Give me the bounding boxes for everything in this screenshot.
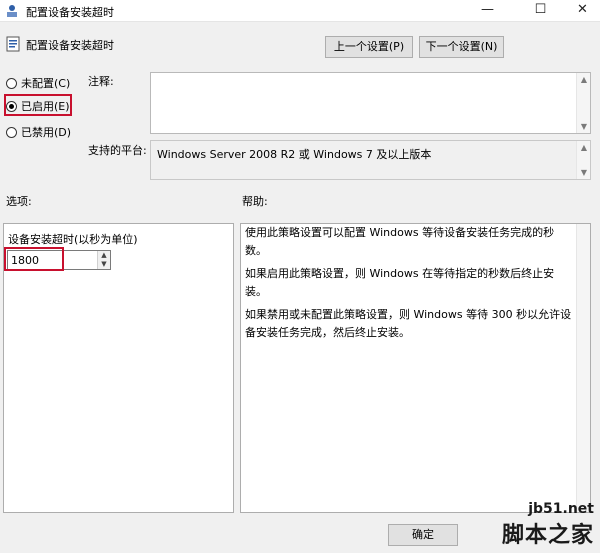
minimize-icon: — [481, 2, 494, 17]
help-paragraph: 如果禁用或未配置此策略设置，则 Windows 等待 300 秒以允许设备安装任… [245, 308, 572, 339]
title-bar: 配置设备安装超时 — ☐ ✕ [0, 0, 600, 22]
platform-scrollbar[interactable]: ▲ ▼ [576, 141, 590, 179]
watermark: jb51.net 脚本之家 [502, 501, 594, 549]
setting-title: 配置设备安装超时 [26, 39, 114, 52]
ok-button[interactable]: 确定 [388, 524, 458, 546]
timeout-label: 设备安装超时(以秒为单位) [8, 233, 138, 246]
help-text: 使用此策略设置可以配置 Windows 等待设备安装任务完成的秒数。 如果启用此… [245, 224, 575, 347]
minimize-button[interactable]: — [465, 0, 510, 22]
maximize-icon: ☐ [534, 2, 547, 17]
platform-value: Windows Server 2008 R2 或 Windows 7 及以上版本 [157, 148, 432, 161]
radio-not-configured[interactable]: 未配置(C) [6, 75, 70, 91]
window-title: 配置设备安装超时 [26, 6, 114, 19]
spin-down-icon[interactable]: ▼ [98, 260, 110, 269]
highlight-frame [4, 94, 72, 116]
comment-label: 注释: [88, 75, 114, 88]
radio-label: 已禁用(D) [21, 126, 72, 139]
help-heading: 帮助: [242, 195, 268, 208]
radio-disabled[interactable]: 已禁用(D) [6, 124, 71, 140]
setting-icon [6, 36, 20, 52]
spin-up-icon[interactable]: ▲ [98, 251, 110, 260]
comment-field[interactable]: ▲ ▼ [150, 72, 591, 134]
next-setting-button[interactable]: 下一个设置(N) [419, 36, 504, 58]
platform-field: Windows Server 2008 R2 或 Windows 7 及以上版本… [150, 140, 591, 180]
spin-buttons[interactable]: ▲ ▼ [97, 251, 110, 269]
close-button[interactable]: ✕ [560, 0, 600, 22]
watermark-name: 脚本之家 [501, 523, 594, 548]
options-heading: 选项: [6, 195, 32, 208]
radio-button[interactable] [6, 78, 17, 89]
help-paragraph: 如果启用此策略设置，则 Windows 在等待指定的秒数后终止安装。 [245, 267, 555, 298]
radio-label: 未配置(C) [21, 77, 71, 90]
platform-label: 支持的平台: [88, 144, 147, 157]
help-paragraph: 使用此策略设置可以配置 Windows 等待设备安装任务完成的秒数。 [245, 226, 555, 257]
scroll-down-icon[interactable]: ▼ [577, 168, 591, 177]
help-scrollbar[interactable] [576, 224, 590, 512]
watermark-site: jb51.net [528, 501, 594, 517]
close-icon: ✕ [577, 2, 588, 17]
maximize-button[interactable]: ☐ [518, 0, 563, 22]
scroll-up-icon[interactable]: ▲ [577, 143, 591, 152]
policy-icon [7, 5, 17, 17]
scroll-up-icon[interactable]: ▲ [577, 75, 591, 84]
scroll-down-icon[interactable]: ▼ [577, 122, 591, 131]
radio-button[interactable] [6, 127, 17, 138]
highlight-frame [4, 247, 64, 271]
previous-setting-button[interactable]: 上一个设置(P) [325, 36, 413, 58]
comment-scrollbar[interactable]: ▲ ▼ [576, 73, 590, 133]
